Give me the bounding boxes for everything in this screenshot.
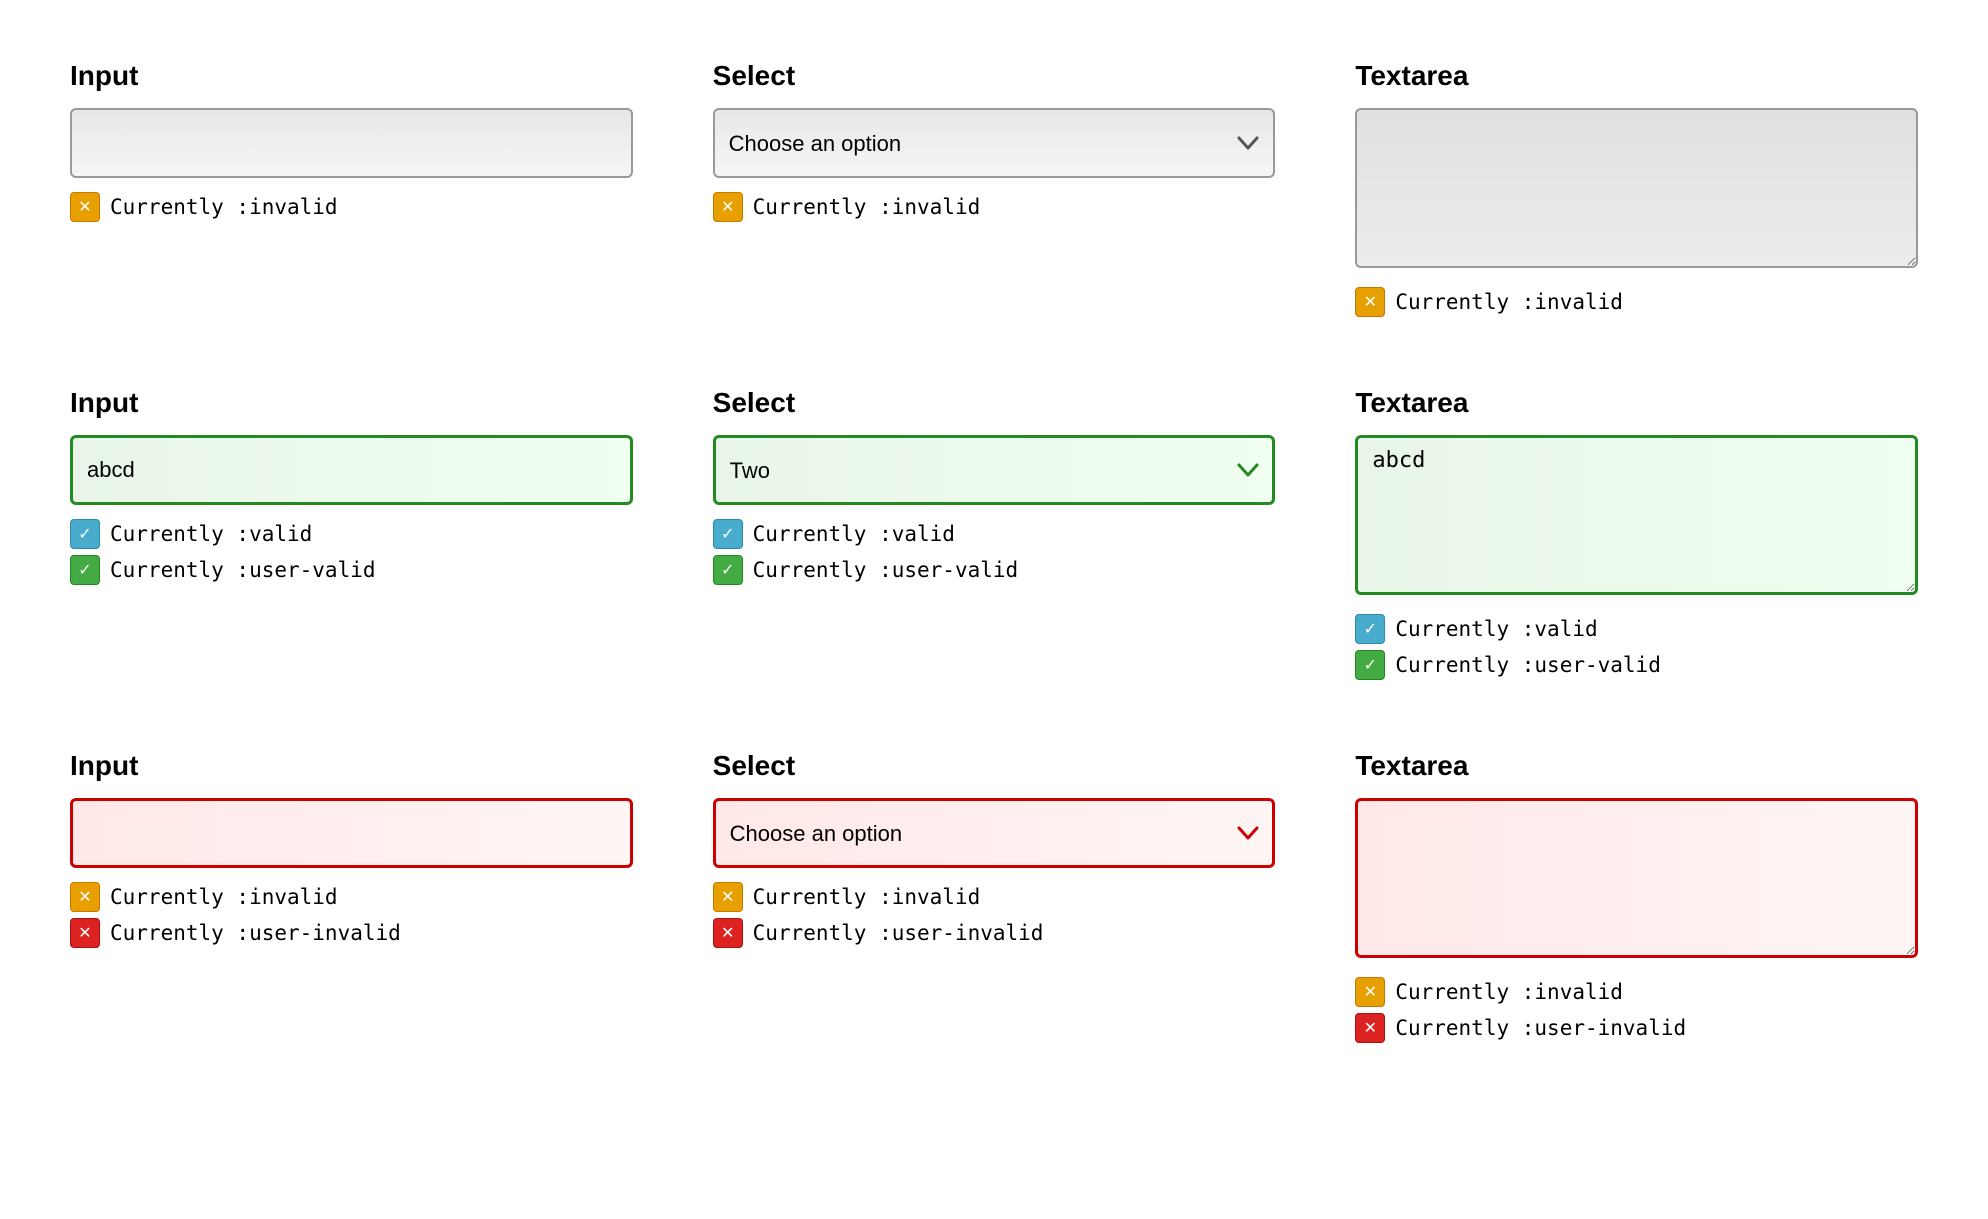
status-list-default-select: ✕ Currently :invalid bbox=[713, 192, 1276, 222]
select-field-user-invalid[interactable]: Choose an optionOneTwoThree bbox=[713, 798, 1276, 868]
section-label-valid-select: Select bbox=[713, 387, 1276, 419]
cell-user-invalid-select: Select Choose an optionOneTwoThree ✕ Curren… bbox=[673, 720, 1316, 1083]
cell-valid-textarea: Textarea ✓ Currently :valid ✓ Currently :use… bbox=[1315, 357, 1958, 720]
status-item-valid-select-0: ✓ Currently :valid bbox=[713, 519, 1276, 549]
status-list-user-invalid-select: ✕ Currently :invalid ✕ Currently :user-inva… bbox=[713, 882, 1276, 948]
status-item-valid-textarea-0: ✓ Currently :valid bbox=[1355, 614, 1918, 644]
status-item-user-invalid-textarea-1: ✕ Currently :user-invalid bbox=[1355, 1013, 1918, 1043]
section-label-default-select: Select bbox=[713, 60, 1276, 92]
status-text-user-invalid-input-1: Currently :user-invalid bbox=[110, 921, 401, 945]
status-list-default-input: ✕ Currently :invalid bbox=[70, 192, 633, 222]
cell-valid-input: Input ✓ Currently :valid ✓ Currently :user-v… bbox=[30, 357, 673, 720]
section-label-user-invalid-input: Input bbox=[70, 750, 633, 782]
badge-orange-icon: ✕ bbox=[713, 192, 743, 222]
textarea-field-user-invalid[interactable] bbox=[1355, 798, 1918, 958]
status-text-default-textarea-0: Currently :invalid bbox=[1395, 290, 1623, 314]
textarea-field-default[interactable] bbox=[1355, 108, 1918, 268]
status-list-user-invalid-input: ✕ Currently :invalid ✕ Currently :user-inva… bbox=[70, 882, 633, 948]
badge-red-icon: ✕ bbox=[713, 918, 743, 948]
status-item-valid-textarea-1: ✓ Currently :user-valid bbox=[1355, 650, 1918, 680]
status-item-default-input-0: ✕ Currently :invalid bbox=[70, 192, 633, 222]
status-text-user-invalid-input-0: Currently :invalid bbox=[110, 885, 338, 909]
section-label-valid-input: Input bbox=[70, 387, 633, 419]
cell-user-invalid-textarea: Textarea ✕ Currently :invalid ✕ Currently :u… bbox=[1315, 720, 1958, 1083]
badge-red-icon: ✕ bbox=[1355, 1013, 1385, 1043]
cell-user-invalid-input: Input ✕ Currently :invalid ✕ Currently :user… bbox=[30, 720, 673, 1083]
status-list-valid-textarea: ✓ Currently :valid ✓ Currently :user-valid bbox=[1355, 614, 1918, 680]
status-text-user-invalid-select-0: Currently :invalid bbox=[753, 885, 981, 909]
badge-green-icon: ✓ bbox=[1355, 650, 1385, 680]
status-item-user-invalid-input-0: ✕ Currently :invalid bbox=[70, 882, 633, 912]
select-wrapper-valid: OneTwoThree bbox=[713, 435, 1276, 505]
cell-valid-select: Select OneTwoThree ✓ Currently :valid ✓ Curre… bbox=[673, 357, 1316, 720]
select-wrapper-user-invalid: Choose an optionOneTwoThree bbox=[713, 798, 1276, 868]
input-field-default[interactable] bbox=[70, 108, 633, 178]
status-item-user-invalid-select-0: ✕ Currently :invalid bbox=[713, 882, 1276, 912]
status-item-valid-select-1: ✓ Currently :user-valid bbox=[713, 555, 1276, 585]
status-item-user-invalid-select-1: ✕ Currently :user-invalid bbox=[713, 918, 1276, 948]
status-item-valid-input-1: ✓ Currently :user-valid bbox=[70, 555, 633, 585]
status-text-default-input-0: Currently :invalid bbox=[110, 195, 338, 219]
select-wrapper-default: Choose an optionOneTwoThree bbox=[713, 108, 1276, 178]
status-item-valid-input-0: ✓ Currently :valid bbox=[70, 519, 633, 549]
status-text-valid-select-1: Currently :user-valid bbox=[753, 558, 1019, 582]
status-text-default-select-0: Currently :invalid bbox=[753, 195, 981, 219]
textarea-field-valid[interactable] bbox=[1355, 435, 1918, 595]
status-list-default-textarea: ✕ Currently :invalid bbox=[1355, 287, 1918, 317]
status-text-valid-textarea-1: Currently :user-valid bbox=[1395, 653, 1661, 677]
badge-orange-icon: ✕ bbox=[713, 882, 743, 912]
badge-blue-icon: ✓ bbox=[1355, 614, 1385, 644]
badge-orange-icon: ✕ bbox=[70, 192, 100, 222]
badge-orange-icon: ✕ bbox=[1355, 977, 1385, 1007]
section-label-default-input: Input bbox=[70, 60, 633, 92]
input-field-valid[interactable] bbox=[70, 435, 633, 505]
badge-orange-icon: ✕ bbox=[1355, 287, 1385, 317]
badge-orange-icon: ✕ bbox=[70, 882, 100, 912]
status-text-valid-input-1: Currently :user-valid bbox=[110, 558, 376, 582]
status-item-user-invalid-input-1: ✕ Currently :user-invalid bbox=[70, 918, 633, 948]
badge-blue-icon: ✓ bbox=[70, 519, 100, 549]
select-field-valid[interactable]: OneTwoThree bbox=[713, 435, 1276, 505]
status-text-valid-select-0: Currently :valid bbox=[753, 522, 955, 546]
status-text-valid-input-0: Currently :valid bbox=[110, 522, 312, 546]
status-list-valid-select: ✓ Currently :valid ✓ Currently :user-valid bbox=[713, 519, 1276, 585]
section-label-user-invalid-textarea: Textarea bbox=[1355, 750, 1918, 782]
status-list-valid-input: ✓ Currently :valid ✓ Currently :user-valid bbox=[70, 519, 633, 585]
badge-green-icon: ✓ bbox=[70, 555, 100, 585]
cell-default-select: Select Choose an optionOneTwoThree ✕ Curren… bbox=[673, 30, 1316, 357]
badge-red-icon: ✕ bbox=[70, 918, 100, 948]
cell-default-input: Input ✕ Currently :invalid bbox=[30, 30, 673, 357]
section-label-valid-textarea: Textarea bbox=[1355, 387, 1918, 419]
status-text-user-invalid-textarea-0: Currently :invalid bbox=[1395, 980, 1623, 1004]
select-field-default[interactable]: Choose an optionOneTwoThree bbox=[713, 108, 1276, 178]
input-field-user-invalid[interactable] bbox=[70, 798, 633, 868]
section-label-user-invalid-select: Select bbox=[713, 750, 1276, 782]
status-item-default-textarea-0: ✕ Currently :invalid bbox=[1355, 287, 1918, 317]
status-item-default-select-0: ✕ Currently :invalid bbox=[713, 192, 1276, 222]
badge-blue-icon: ✓ bbox=[713, 519, 743, 549]
status-text-user-invalid-textarea-1: Currently :user-invalid bbox=[1395, 1016, 1686, 1040]
status-list-user-invalid-textarea: ✕ Currently :invalid ✕ Currently :user-inva… bbox=[1355, 977, 1918, 1043]
main-grid: Input ✕ Currently :invalid Select Choose an … bbox=[30, 30, 1958, 1083]
status-text-valid-textarea-0: Currently :valid bbox=[1395, 617, 1597, 641]
status-text-user-invalid-select-1: Currently :user-invalid bbox=[753, 921, 1044, 945]
badge-green-icon: ✓ bbox=[713, 555, 743, 585]
section-label-default-textarea: Textarea bbox=[1355, 60, 1918, 92]
cell-default-textarea: Textarea ✕ Currently :invalid bbox=[1315, 30, 1958, 357]
status-item-user-invalid-textarea-0: ✕ Currently :invalid bbox=[1355, 977, 1918, 1007]
